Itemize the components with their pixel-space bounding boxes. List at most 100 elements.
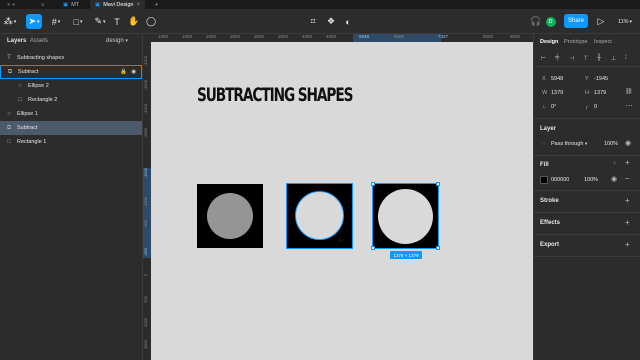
- ruler-tick: 2000: [206, 34, 217, 39]
- eye-icon[interactable]: ◉: [611, 175, 617, 183]
- hand-tool[interactable]: ✋: [128, 14, 140, 29]
- blend-mode-select[interactable]: Pass through ▾: [551, 141, 587, 147]
- ellipse-2[interactable]: [295, 191, 344, 240]
- divider: [533, 234, 640, 235]
- resize-handle-bottom-left[interactable]: [371, 246, 375, 250]
- align-center-v-icon[interactable]: ╫: [597, 55, 601, 61]
- components-button[interactable]: ❖: [325, 14, 337, 29]
- export-heading: Export: [540, 242, 560, 248]
- pen-tool[interactable]: ✎ ▾: [92, 14, 108, 29]
- share-button[interactable]: Share: [564, 14, 588, 28]
- tab-mt[interactable]: ▣ MT: [58, 0, 84, 9]
- fill-hex-input[interactable]: 000000: [551, 177, 569, 183]
- eye-icon[interactable]: ◉: [625, 139, 631, 147]
- tab-inspect[interactable]: Inspect: [594, 39, 612, 45]
- main-menu-button[interactable]: ⁂ ▾: [3, 14, 17, 29]
- ruler-tick: -4000: [143, 56, 148, 67]
- tab-assets[interactable]: Assets: [30, 38, 48, 44]
- add-export-icon[interactable]: +: [625, 240, 630, 249]
- ruler-tick: 1000: [158, 34, 169, 39]
- corner-radius-icon: ╭: [585, 104, 589, 110]
- x-input[interactable]: 5948: [551, 76, 563, 82]
- width-input[interactable]: 1379: [551, 90, 563, 96]
- figma-file-icon: ▣: [95, 1, 101, 8]
- close-tab-icon[interactable]: ×: [136, 2, 140, 8]
- layer-label: Subtracting shapes: [17, 55, 65, 61]
- styles-grid-icon[interactable]: ⁘: [612, 160, 617, 167]
- fill-opacity-input[interactable]: 100%: [584, 177, 598, 183]
- lock-icon[interactable]: 🔒: [120, 69, 127, 75]
- distribute-icon[interactable]: ⁞: [625, 55, 627, 61]
- layer-label: Ellipse 2: [28, 83, 49, 89]
- stroke-heading: Stroke: [540, 198, 559, 204]
- tab-mt-label: MT: [71, 1, 80, 8]
- plus-icon: +: [155, 1, 159, 8]
- tab-prototype[interactable]: Prototype: [564, 39, 588, 45]
- tab-mavi-design[interactable]: ▣ Mavi Design ×: [90, 0, 145, 9]
- ruler-tick: 500: [143, 296, 148, 303]
- cursor-icon: ➤: [28, 16, 37, 26]
- text-icon: T: [114, 16, 120, 27]
- align-left-icon[interactable]: ⊢: [541, 55, 546, 62]
- avatar[interactable]: D: [545, 14, 556, 29]
- layer-rectangle-1[interactable]: □ Rectangle 1: [0, 135, 142, 149]
- layer-opacity-input[interactable]: 100%: [604, 141, 618, 147]
- layer-label: Rectangle 2: [28, 97, 58, 103]
- crop-button[interactable]: ⌗: [307, 14, 319, 29]
- resize-handle-bottom-right[interactable]: [436, 246, 440, 250]
- page-name: design: [106, 38, 124, 44]
- corner-radius-input[interactable]: 0: [594, 104, 597, 110]
- ruler-tick: 2500: [230, 34, 241, 39]
- contrast-icon: ◐: [345, 16, 351, 27]
- theme-button[interactable]: ◐: [342, 14, 354, 29]
- height-input[interactable]: 1379: [594, 90, 606, 96]
- eye-icon[interactable]: ◉: [131, 69, 136, 75]
- hand-icon: ✋: [128, 16, 140, 26]
- more-options-icon[interactable]: ⋯: [625, 101, 633, 110]
- shape-tool[interactable]: □ ▾: [70, 14, 86, 29]
- align-bottom-icon[interactable]: ⊥: [611, 55, 616, 62]
- pen-icon: ✎: [94, 16, 103, 26]
- h-label: H: [585, 90, 589, 96]
- remove-fill-icon[interactable]: −: [625, 174, 630, 183]
- zoom-menu[interactable]: 11% ▾: [615, 14, 635, 29]
- figma-logo-icon: ⁂: [3, 16, 13, 26]
- present-button[interactable]: ▷: [596, 14, 606, 29]
- move-tool[interactable]: ➤ ▾: [26, 14, 42, 29]
- new-tab-button[interactable]: +: [150, 0, 163, 9]
- align-right-icon[interactable]: ⊣: [569, 55, 574, 62]
- resize-handle-top-left[interactable]: [371, 182, 375, 186]
- rotation-input[interactable]: 0°: [551, 104, 556, 110]
- tab-layers[interactable]: Layers: [7, 38, 26, 44]
- text-tool[interactable]: T: [112, 14, 122, 29]
- page-selector[interactable]: design ▾: [106, 38, 128, 44]
- resize-handle-top-right[interactable]: [436, 182, 440, 186]
- layer-subtract-selected[interactable]: ⧉ Subtract: [0, 121, 142, 135]
- tab-design[interactable]: Design: [540, 39, 558, 45]
- add-effect-icon[interactable]: +: [625, 218, 630, 227]
- fill-swatch[interactable]: [540, 176, 548, 184]
- avatar-initial: D: [545, 16, 556, 27]
- layer-rectangle-2[interactable]: □ Rectangle 2: [0, 93, 142, 107]
- canvas-title[interactable]: SUBTRACTING SHAPES: [197, 84, 353, 106]
- constrain-proportions-icon[interactable]: ⛓: [625, 88, 633, 95]
- layer-heading: Layer: [540, 126, 557, 132]
- layer-subtract-hovered[interactable]: ⧉ Subtract 🔒 ◉: [0, 65, 142, 79]
- layer-subtracting-shapes[interactable]: T Subtracting shapes: [0, 51, 142, 65]
- y-input[interactable]: -1945: [594, 76, 608, 82]
- layer-ellipse-2[interactable]: ○ Ellipse 2: [0, 79, 142, 93]
- align-center-h-icon[interactable]: ╪: [555, 55, 559, 61]
- blend-mode-icon: ◌: [542, 141, 546, 147]
- add-fill-icon[interactable]: +: [625, 158, 630, 167]
- align-top-icon[interactable]: ⊤: [583, 55, 588, 62]
- ruler-tick-selection-start: 5948: [359, 34, 370, 39]
- home-tab[interactable]: ⌂: [36, 0, 49, 9]
- add-stroke-icon[interactable]: +: [625, 196, 630, 205]
- frame-tool[interactable]: # ▾: [48, 14, 64, 29]
- headphones-button[interactable]: 🎧: [530, 14, 541, 29]
- comment-tool[interactable]: ◯: [146, 14, 156, 29]
- layer-ellipse-1[interactable]: ○ Ellipse 1: [0, 107, 142, 121]
- ruler-tick: 4500: [326, 34, 337, 39]
- ellipse-1[interactable]: [207, 193, 253, 239]
- rotation-icon: ∟: [542, 104, 548, 110]
